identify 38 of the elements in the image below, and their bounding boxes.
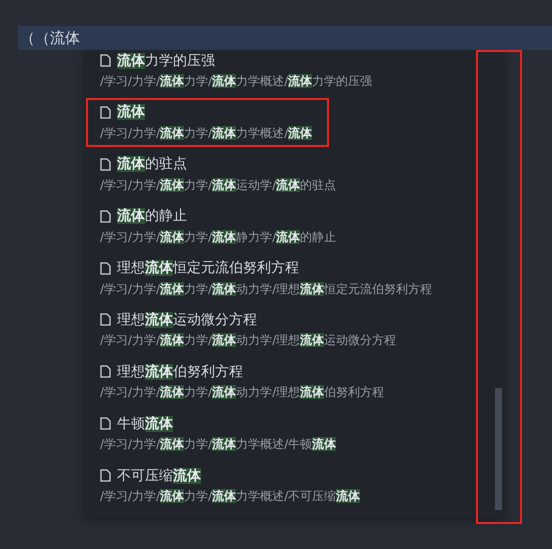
document-icon [100,469,111,482]
result-item[interactable]: 理想流体伯努利方程 /学习/力学/流体力学/流体动力学/理想流体伯努利方程 [100,361,494,414]
result-item[interactable]: 流体的驻点 /学习/力学/流体力学/流体运动学/流体的驻点 [100,154,494,206]
result-path: /学习/力学/流体力学/流体动力学/理想流体伯努利方程 [100,384,384,402]
document-icon [100,313,111,326]
document-icon [100,417,111,430]
document-icon [100,54,111,67]
result-title: 不可压缩流体 [117,466,201,485]
result-path: /学习/力学/流体力学/流体力学概述/牛顿流体 [100,436,336,454]
result-title: 牛顿流体 [117,414,173,433]
result-item[interactable]: 理想流体恒定元流伯努利方程 /学习/力学/流体力学/流体动力学/理想流体恒定元流伯努利方程 [100,258,494,310]
result-path: /学习/力学/流体力学/流体静力学/流体的静止 [100,228,336,246]
document-icon [100,365,111,378]
result-title: 理想流体伯努利方程 [117,362,243,381]
result-title: 流体的驻点 [117,155,187,174]
result-title: 理想流体恒定元流伯努利方程 [117,259,299,278]
result-title: 流体的静止 [117,207,187,226]
result-item[interactable]: 流体的静止 /学习/力学/流体力学/流体静力学/流体的静止 [100,206,494,258]
result-title: 流体 [117,103,145,122]
result-path: /学习/力学/流体力学/流体动力学/理想流体恒定元流伯努利方程 [100,280,432,298]
result-path: /学习/力学/流体力学/流体力学概述/不可压缩流体 [100,488,360,506]
result-path: /学习/力学/流体力学/流体力学概述/流体 [100,124,312,142]
scrollbar-thumb[interactable] [495,388,502,510]
result-title: 流体力学的压强 [117,52,215,70]
result-path: /学习/力学/流体力学/流体力学概述/流体力学的压强 [100,73,372,90]
result-item[interactable]: 流体力学的压强 /学习/力学/流体力学/流体力学概述/流体力学的压强 [100,50,494,102]
document-icon [100,106,111,119]
result-item[interactable]: 流体 /学习/力学/流体力学/流体力学概述/流体 [100,102,494,154]
result-title: 理想流体运动微分方程 [117,310,257,329]
result-path: /学习/力学/流体力学/流体运动学/流体的驻点 [100,176,336,194]
document-icon [100,210,111,223]
input-text: （（流体 [19,28,80,48]
result-item[interactable]: 不可压缩流体 /学习/力学/流体力学/流体力学概述/不可压缩流体 [100,465,494,518]
document-icon [100,262,111,275]
result-path: /学习/力学/流体力学/流体动力学/理想流体运动微分方程 [100,332,396,350]
result-item[interactable]: 牛顿流体 /学习/力学/流体力学/流体力学概述/牛顿流体 [100,413,494,466]
result-item[interactable]: 理想流体运动微分方程 /学习/力学/流体力学/流体动力学/理想流体运动微分方程 [100,309,494,362]
document-icon [100,158,111,171]
